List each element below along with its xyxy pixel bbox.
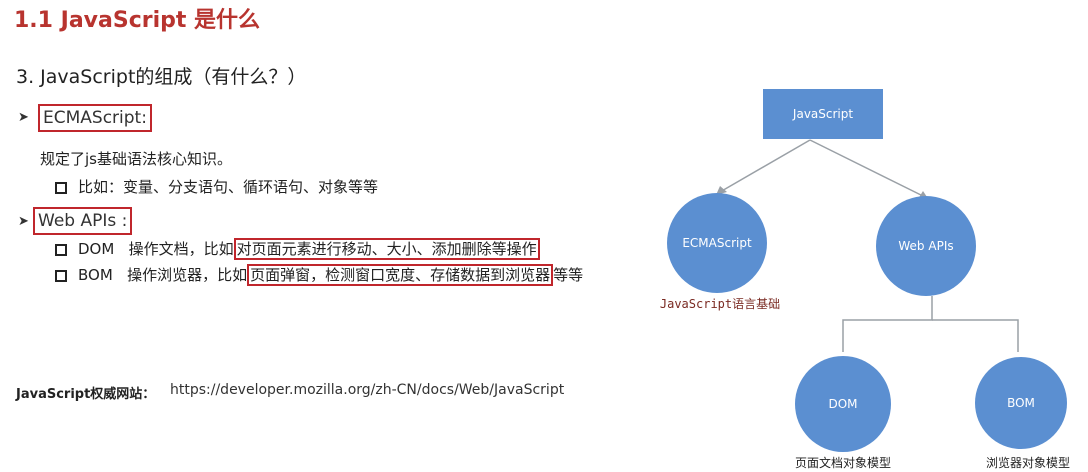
node-webapis-label: Web APIs [898,239,953,253]
composition-diagram: JavaScript ECMAScript JavaScript语言基础 Web… [660,89,1070,470]
connector-root-webapis [809,139,926,198]
node-ecmascript-caption: JavaScript语言基础 [660,297,780,311]
node-bom-label: BOM [1007,396,1035,410]
node-dom-label: DOM [828,397,857,411]
node-dom-caption: 页面文档对象模型 [795,455,891,470]
connector-root-ecma [719,139,811,193]
node-bom-caption: 浏览器对象模型 [986,455,1070,470]
connector-webapis-dom [842,296,933,352]
node-ecmascript-label: ECMAScript [682,236,752,250]
connector-webapis-bom [932,319,1019,352]
node-javascript-label: JavaScript [792,107,853,121]
